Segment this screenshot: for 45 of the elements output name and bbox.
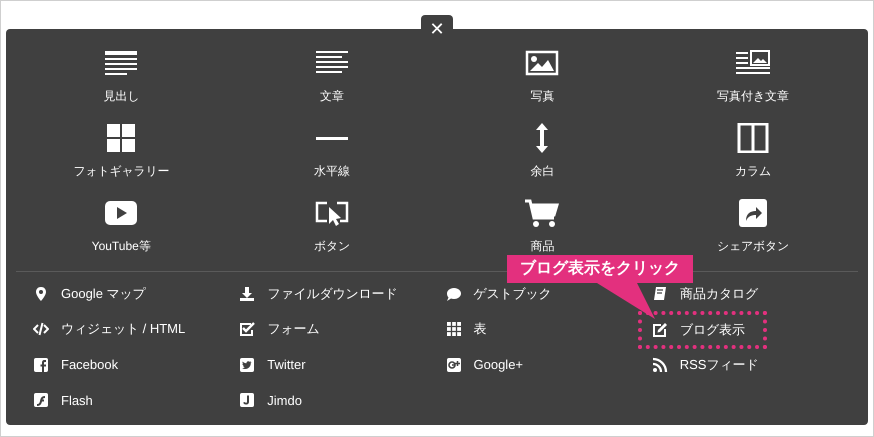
code-icon (33, 321, 49, 338)
heading-icon (103, 48, 140, 78)
google-plus-icon (446, 356, 462, 373)
block-tile[interactable]: 見出し (16, 48, 226, 103)
speech-bubble-icon (446, 286, 462, 302)
map-pin-icon (33, 286, 49, 302)
horizontal-line-icon (316, 136, 348, 140)
edit-icon (652, 322, 668, 338)
download-icon (239, 286, 256, 302)
image-icon (524, 48, 560, 78)
menu-item[interactable]: Flash (23, 382, 103, 418)
table-icon (446, 321, 462, 338)
menu-item[interactable]: 表 (436, 312, 496, 347)
block-tile[interactable]: 写真 (437, 48, 648, 103)
play-icon (103, 198, 140, 228)
block-tile[interactable]: 水平線 (226, 123, 437, 178)
block-tile[interactable]: カラム (648, 123, 858, 178)
menu-item[interactable]: RSSフィード (642, 347, 768, 382)
columns-icon (734, 123, 771, 153)
menu-item[interactable]: ウィジェット / HTML (23, 312, 196, 347)
menu-item[interactable]: Google+ (436, 347, 534, 382)
book-icon (652, 286, 668, 302)
flash-icon (33, 392, 49, 408)
menu-item[interactable]: Google マップ (23, 276, 156, 312)
block-tile[interactable]: YouTube等 (16, 198, 226, 253)
jimdo-icon (239, 392, 256, 408)
facebook-icon (33, 356, 49, 373)
menu-item[interactable]: Twitter (229, 347, 316, 382)
menu-item[interactable]: ブログ表示 (640, 312, 765, 346)
cart-icon (524, 198, 560, 228)
checkbox-icon (239, 321, 256, 338)
block-tile[interactable]: シェアボタン (648, 198, 858, 253)
callout-pointer (597, 283, 655, 319)
block-tile[interactable]: 余白 (437, 123, 648, 178)
block-tile[interactable]: ボタン (226, 198, 437, 253)
twitter-icon (239, 356, 256, 373)
rss-icon (652, 356, 668, 373)
block-tile[interactable]: フォトギャラリー (16, 123, 226, 178)
block-tile[interactable]: 文章 (226, 48, 437, 103)
block-tile[interactable]: 商品 (437, 198, 648, 253)
menu-item[interactable]: Facebook (23, 347, 128, 382)
menu-item[interactable]: ファイルダウンロード (229, 276, 408, 312)
block-tile[interactable]: 写真付き文章 (648, 48, 858, 103)
menu-item[interactable]: Jimdo (229, 382, 312, 418)
menu-item[interactable]: フォーム (229, 312, 330, 347)
